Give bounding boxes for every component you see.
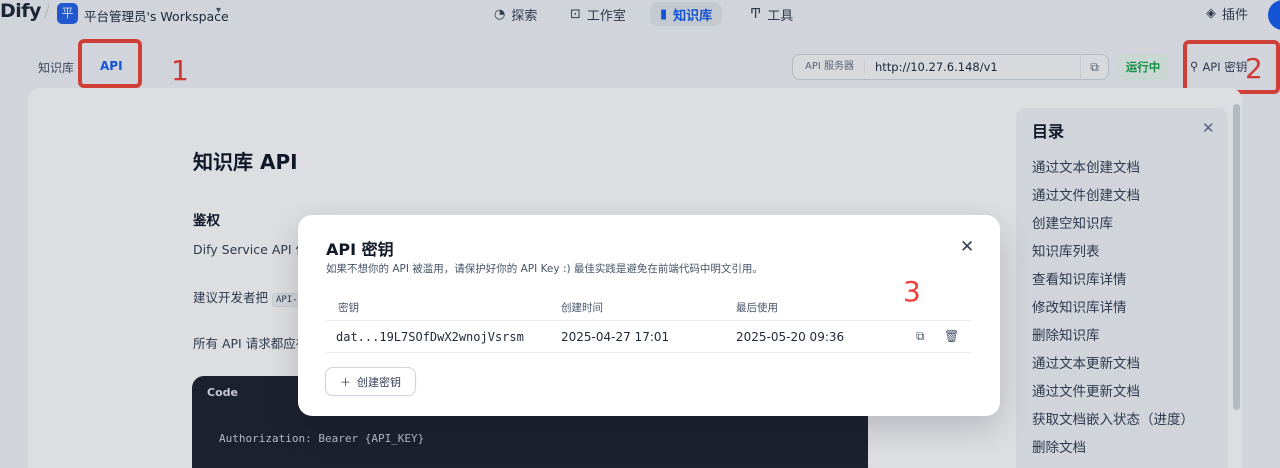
dialog-title: API 密钥 bbox=[326, 240, 394, 259]
column-header-last-used: 最后使用 bbox=[736, 302, 778, 314]
trash-icon[interactable]: 🗑 bbox=[944, 329, 959, 343]
column-header-created: 创建时间 bbox=[561, 302, 603, 314]
api-key-value: dat...19L7SOfDwX2wnojVsrsm bbox=[336, 330, 524, 344]
close-icon[interactable]: ✕ bbox=[960, 237, 974, 257]
plus-icon: ＋ bbox=[340, 375, 351, 389]
table-row-divider bbox=[326, 352, 971, 353]
annotation-number-3: 3 bbox=[903, 275, 921, 308]
api-key-dialog: API 密钥 ✕ 如果不想你的 API 被滥用，请保护好你的 API Key :… bbox=[298, 215, 1000, 416]
create-key-label: 创建密钥 bbox=[357, 375, 401, 389]
column-header-key: 密钥 bbox=[338, 302, 359, 314]
table-divider bbox=[326, 320, 971, 321]
dialog-description: 如果不想你的 API 被滥用，请保护好你的 API Key :) 最佳实践是避免… bbox=[326, 263, 763, 275]
created-time: 2025-04-27 17:01 bbox=[561, 330, 670, 344]
copy-icon[interactable]: ⧉ bbox=[916, 329, 925, 344]
create-key-button[interactable]: ＋ 创建密钥 bbox=[325, 367, 416, 396]
last-used-time: 2025-05-20 09:36 bbox=[736, 330, 845, 344]
